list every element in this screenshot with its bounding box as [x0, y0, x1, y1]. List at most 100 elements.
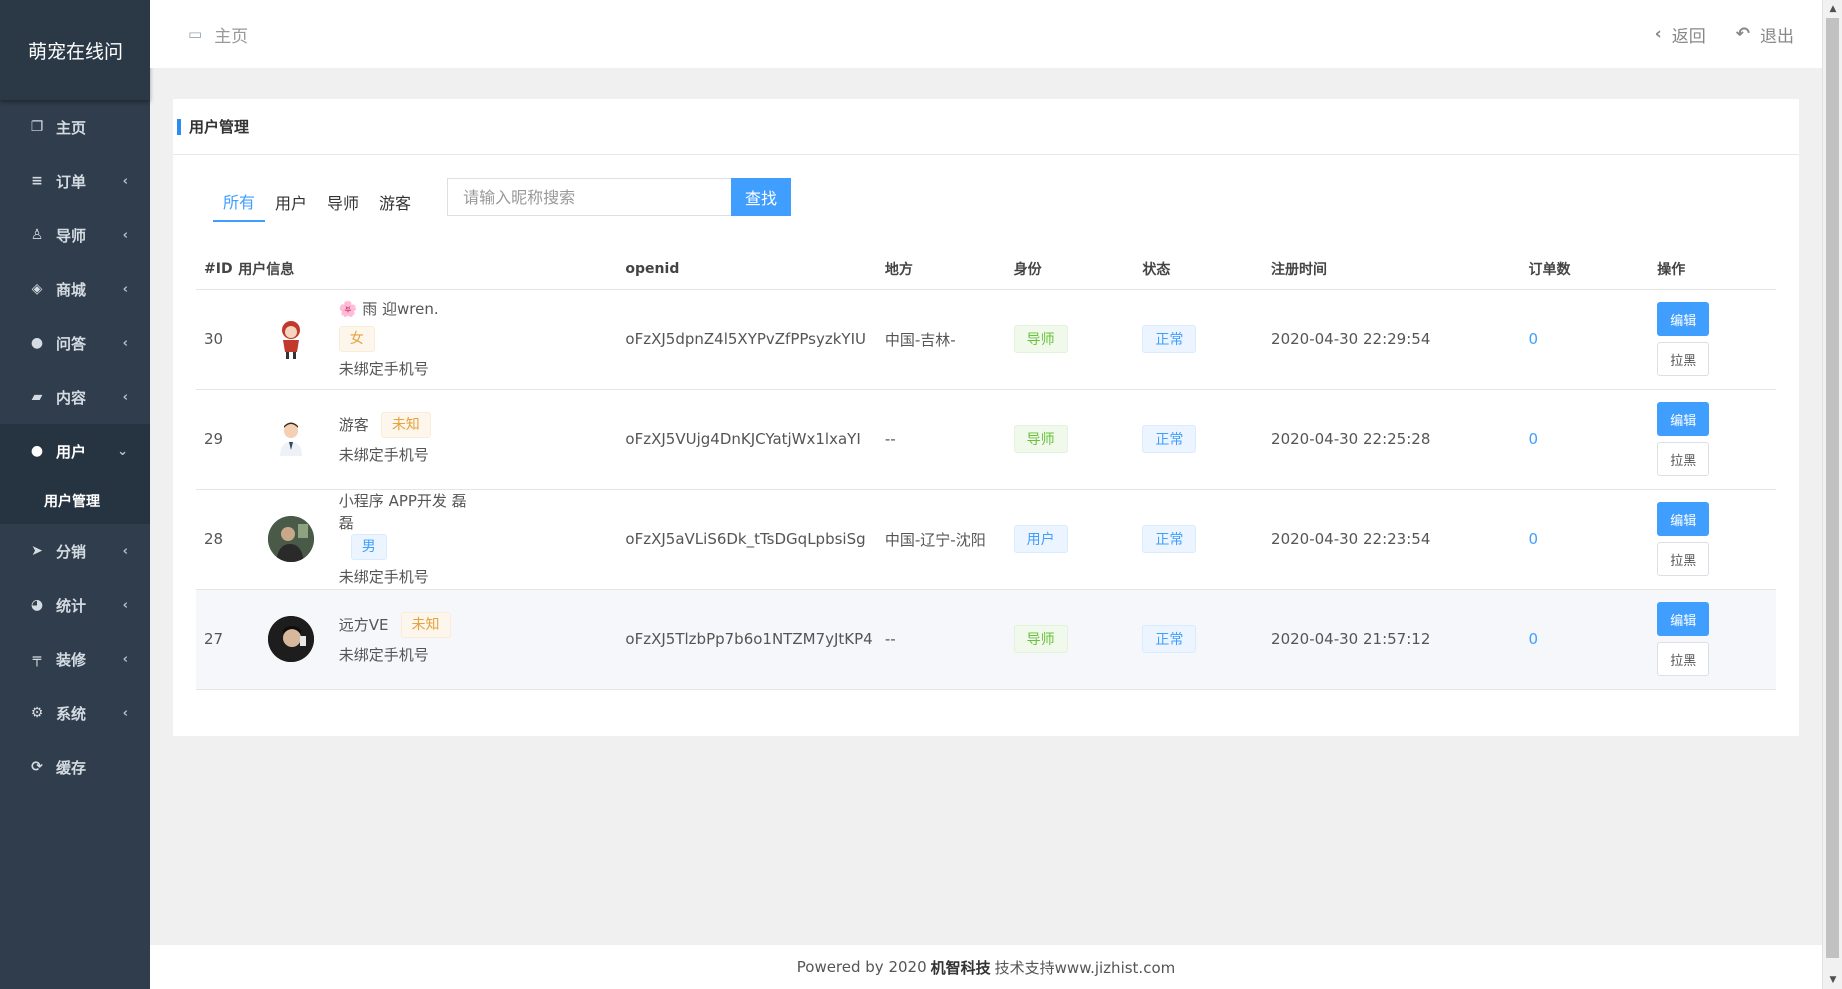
edit-button[interactable]: 编辑: [1657, 502, 1710, 536]
search-input[interactable]: [447, 178, 732, 216]
row-id: 27: [196, 589, 239, 690]
status-badge: 正常: [1142, 325, 1197, 353]
scroll-up-icon[interactable]: ▲: [1823, 0, 1842, 18]
user-nickname: 🌸 雨 迎wren.: [338, 300, 439, 318]
sidebar-item-mentors[interactable]: ♙ 导师 ‹: [0, 208, 150, 262]
edit-button[interactable]: 编辑: [1657, 602, 1710, 636]
order-count[interactable]: 0: [1529, 630, 1539, 648]
copy-icon: ❐: [30, 119, 44, 135]
blacklist-button[interactable]: 拉黑: [1657, 642, 1710, 676]
table-header-row: #ID 用户信息 openid 地方 身份 状态 注册时间 订单数 操作: [196, 249, 1776, 290]
row-actions: 编辑 拉黑: [1657, 302, 1776, 376]
row-actions: 编辑 拉黑: [1657, 602, 1776, 676]
sidebar-item-system[interactable]: ⚙ 系统 ‹: [0, 686, 150, 740]
tab-users[interactable]: 用户: [265, 182, 317, 222]
blacklist-button[interactable]: 拉黑: [1657, 542, 1710, 576]
row-reg-time: 2020-04-30 22:23:54: [1271, 489, 1529, 590]
chevron-left-icon: ‹: [1654, 24, 1662, 44]
row-actions: 编辑 拉黑: [1657, 502, 1776, 576]
sidebar-item-cache[interactable]: ⟳ 缓存: [0, 740, 150, 794]
order-count[interactable]: 0: [1529, 530, 1539, 548]
logout-label: 退出: [1760, 26, 1794, 47]
sidebar-item-orders[interactable]: ≡ 订单 ‹: [0, 154, 150, 208]
sidebar-item-label: 统计: [56, 596, 87, 615]
user-icon: ●: [30, 443, 44, 459]
sidebar-item-qa[interactable]: ● 问答 ‹: [0, 316, 150, 370]
chevron-left-icon: ‹: [122, 543, 128, 559]
col-role: 身份: [1013, 249, 1143, 290]
scroll-down-icon[interactable]: ▼: [1823, 971, 1842, 989]
sidebar-item-label: 导师: [56, 226, 87, 245]
row-openid: oFzXJ5VUjg4DnKJCYatjWx1lxaYI: [625, 389, 885, 490]
col-openid: openid: [625, 249, 885, 290]
reply-icon: ↶: [1735, 24, 1750, 44]
sidebar-item-label: 主页: [56, 118, 87, 137]
sidebar-item-mall[interactable]: ◈ 商城 ‹: [0, 262, 150, 316]
scrollbar-thumb[interactable]: [1826, 18, 1839, 958]
avatar: [268, 616, 315, 662]
sidebar-item-stats[interactable]: ◕ 统计 ‹: [0, 578, 150, 632]
top-bar: ▭ 主页 ‹ 返回 ↶ 退出: [150, 0, 1822, 68]
title-accent-bar: [177, 118, 181, 135]
role-badge: 导师: [1013, 425, 1068, 453]
row-location: --: [884, 589, 1014, 690]
chat-icon: ●: [30, 335, 44, 351]
chevron-left-icon: ‹: [122, 173, 128, 189]
sidebar-subitem-user-management[interactable]: 用户管理: [0, 478, 150, 524]
row-openid: oFzXJ5aVLiS6Dk_tTsDGqLpbsiSg: [625, 489, 885, 590]
edit-button[interactable]: 编辑: [1657, 402, 1710, 436]
back-button[interactable]: ‹ 返回: [1655, 22, 1706, 47]
edit-button[interactable]: 编辑: [1657, 302, 1710, 336]
user-info: 游客 未知 未绑定手机号: [339, 412, 626, 466]
sidebar-menu: ❐ 主页 ≡ 订单 ‹ ♙ 导师 ‹ ◈ 商城 ‹ ● 问答 ‹ ▰ 内容 ‹: [0, 100, 150, 794]
phone-status: 未绑定手机号: [338, 446, 429, 464]
chevron-left-icon: ‹: [122, 705, 128, 721]
user-nickname: 游客: [338, 416, 369, 434]
logout-button[interactable]: ↶ 退出: [1736, 22, 1794, 47]
sidebar-item-home[interactable]: ❐ 主页: [0, 100, 150, 154]
tab-mentors[interactable]: 导师: [317, 182, 369, 222]
back-label: 返回: [1671, 26, 1706, 47]
photo-avatar-icon: [268, 516, 315, 562]
photo-avatar-icon: [268, 616, 315, 662]
row-location: 中国-辽宁-沈阳: [884, 489, 1014, 590]
gender-tag: 女: [338, 326, 375, 352]
sidebar-item-distribution[interactable]: ➤ 分销 ‹: [0, 524, 150, 578]
gender-tag: 未知: [380, 412, 431, 438]
breadcrumb[interactable]: ▭ 主页: [188, 22, 248, 47]
table-row: 28 小程序 APP开发 磊磊 男 未绑定手机号 oFzXJ5aVLiS6Dk_…: [196, 489, 1776, 590]
user-info: 小程序 APP开发 磊磊 男 未绑定手机号: [339, 490, 626, 588]
phone-status: 未绑定手机号: [338, 360, 429, 378]
sidebar-item-label: 订单: [56, 172, 87, 191]
send-icon: ➤: [31, 543, 43, 559]
blacklist-button[interactable]: 拉黑: [1657, 442, 1710, 476]
col-status: 状态: [1142, 249, 1272, 290]
vertical-scrollbar[interactable]: ▲ ▼: [1822, 0, 1842, 989]
table-row: 29 游客 未知 未绑定手机号 oFzXJ5VUjg4DnKJCYatjWx1l…: [196, 389, 1776, 490]
breadcrumb-home: 主页: [214, 26, 249, 47]
col-orders: 订单数: [1528, 249, 1658, 290]
sidebar-item-label: 缓存: [56, 758, 87, 777]
sidebar-item-label: 内容: [56, 388, 87, 407]
chevron-left-icon: ‹: [122, 389, 128, 405]
tab-guests[interactable]: 游客: [369, 182, 421, 222]
role-badge: 用户: [1013, 525, 1068, 553]
sidebar-item-decor[interactable]: ╤ 装修 ‹: [0, 632, 150, 686]
search-button[interactable]: 查找: [731, 178, 792, 216]
sidebar-item-content[interactable]: ▰ 内容 ‹: [0, 370, 150, 424]
sidebar-item-users[interactable]: ● 用户 ⌄: [0, 424, 150, 478]
monitor-icon: ▭: [188, 25, 203, 43]
blacklist-button[interactable]: 拉黑: [1657, 342, 1710, 376]
list-icon: ≡: [31, 173, 43, 189]
sidebar-item-label: 用户: [56, 442, 87, 461]
row-id: 29: [196, 389, 239, 490]
footer: Powered by 2020 机智科技 技术支持www.jizhist.com: [150, 945, 1822, 989]
order-count[interactable]: 0: [1529, 330, 1539, 348]
footer-suffix[interactable]: 技术支持www.jizhist.com: [995, 957, 1176, 978]
order-count[interactable]: 0: [1529, 430, 1539, 448]
role-badge: 导师: [1013, 325, 1068, 353]
filter-bar: 所有 用户 导师 游客 查找: [213, 178, 792, 222]
footer-prefix: Powered by 2020: [796, 958, 927, 976]
sign-icon: ╤: [32, 651, 42, 667]
tab-all[interactable]: 所有: [213, 182, 266, 222]
